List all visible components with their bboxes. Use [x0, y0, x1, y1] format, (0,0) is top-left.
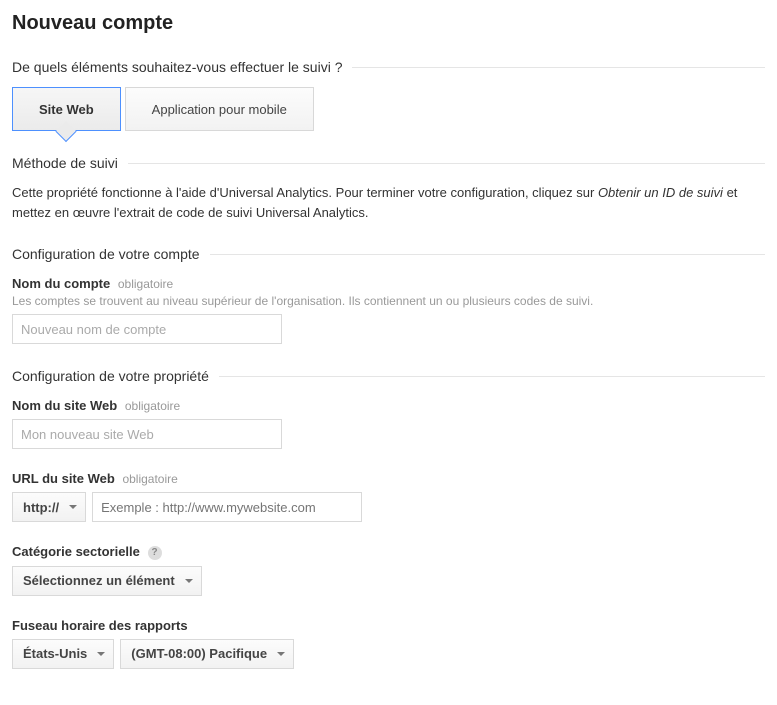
country-value: États-Unis: [23, 646, 87, 661]
reporting-timezone-label: Fuseau horaire des rapports: [12, 618, 765, 633]
required-indicator: obligatoire: [125, 399, 180, 413]
website-name-input[interactable]: [12, 419, 282, 449]
tracking-method-description: Cette propriété fonctionne à l'aide d'Un…: [12, 183, 765, 222]
tab-website[interactable]: Site Web: [12, 87, 121, 131]
timezone-dropdown[interactable]: (GMT-08:00) Pacifique: [120, 639, 294, 669]
method-text-italic: Obtenir un ID de suivi: [598, 185, 723, 200]
url-scheme-value: http://: [23, 500, 59, 515]
account-config-heading: Configuration de votre compte: [12, 246, 765, 262]
tracking-method-label: Méthode de suivi: [12, 155, 128, 171]
tab-mobile-label: Application pour mobile: [152, 102, 287, 117]
divider: [219, 376, 765, 377]
property-config-label: Configuration de votre propriété: [12, 368, 219, 384]
chevron-down-icon: [97, 652, 105, 656]
required-indicator: obligatoire: [122, 472, 177, 486]
country-dropdown[interactable]: États-Unis: [12, 639, 114, 669]
chevron-down-icon: [277, 652, 285, 656]
industry-category-label: Catégorie sectorielle ?: [12, 544, 765, 560]
page-title: Nouveau compte: [12, 12, 765, 35]
website-url-input[interactable]: [92, 492, 362, 522]
tracking-type-tabs: Site Web Application pour mobile: [12, 87, 765, 131]
tab-mobile-app[interactable]: Application pour mobile: [125, 87, 314, 131]
website-url-label: URL du site Web obligatoire: [12, 471, 765, 486]
tracking-question-heading: De quels éléments souhaitez-vous effectu…: [12, 59, 765, 75]
divider: [210, 254, 765, 255]
chevron-down-icon: [69, 505, 77, 509]
tab-website-label: Site Web: [39, 102, 94, 117]
tracking-question-label: De quels éléments souhaitez-vous effectu…: [12, 59, 352, 75]
tracking-method-heading: Méthode de suivi: [12, 155, 765, 171]
account-name-hint: Les comptes se trouvent au niveau supéri…: [12, 294, 765, 308]
industry-category-value: Sélectionnez un élément: [23, 573, 175, 588]
property-config-heading: Configuration de votre propriété: [12, 368, 765, 384]
url-scheme-dropdown[interactable]: http://: [12, 492, 86, 522]
method-text-before: Cette propriété fonctionne à l'aide d'Un…: [12, 185, 598, 200]
required-indicator: obligatoire: [118, 277, 173, 291]
chevron-down-icon: [185, 579, 193, 583]
account-config-label: Configuration de votre compte: [12, 246, 210, 262]
account-name-label: Nom du compte obligatoire: [12, 276, 765, 291]
timezone-value: (GMT-08:00) Pacifique: [131, 646, 267, 661]
industry-category-dropdown[interactable]: Sélectionnez un élément: [12, 566, 202, 596]
divider: [352, 67, 765, 68]
account-name-input[interactable]: [12, 314, 282, 344]
website-name-label: Nom du site Web obligatoire: [12, 398, 765, 413]
divider: [128, 163, 765, 164]
help-icon[interactable]: ?: [148, 546, 162, 560]
